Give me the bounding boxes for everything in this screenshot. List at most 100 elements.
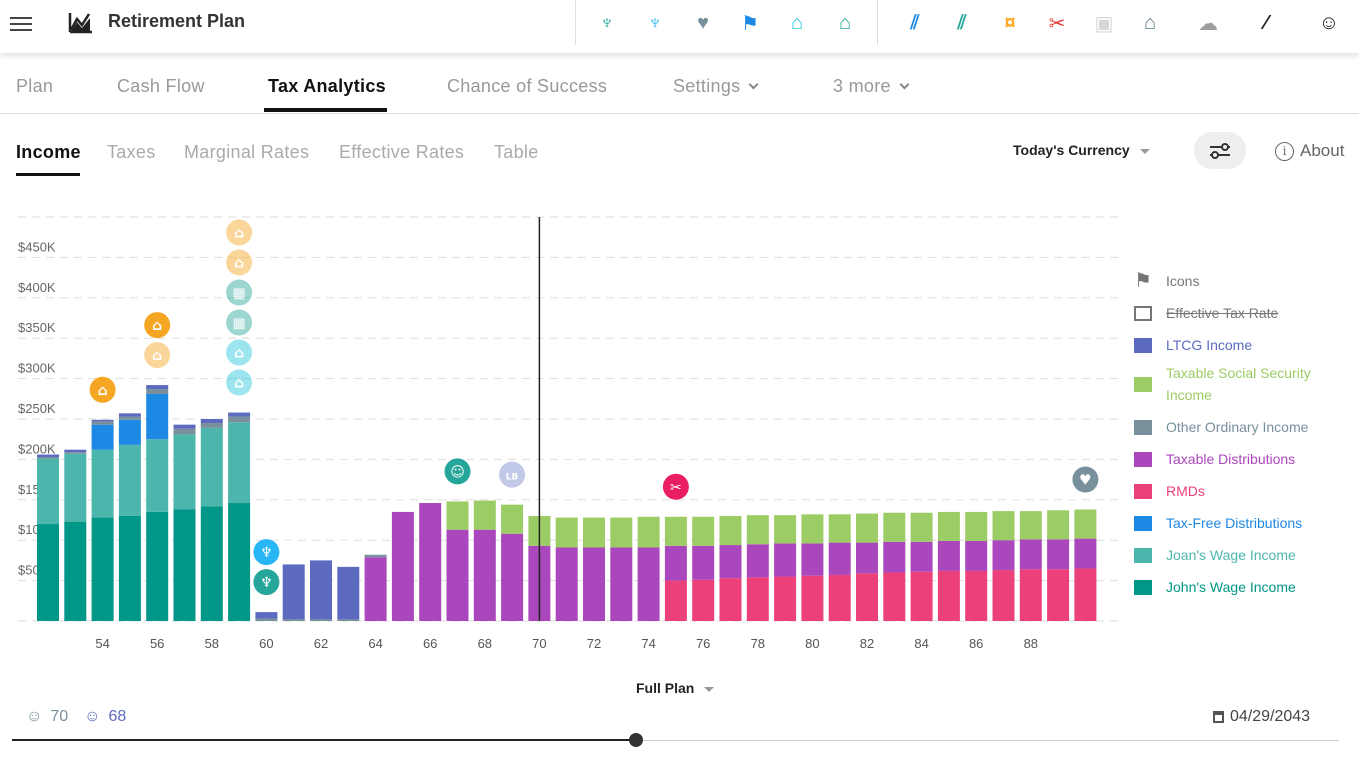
palm-tree-icon[interactable]: ♆ (253, 539, 280, 566)
subtab-table[interactable]: Table (494, 142, 539, 163)
bar-segment (992, 511, 1015, 541)
x-tick-label: 58 (205, 636, 219, 651)
bar-segment (719, 545, 742, 579)
legend-swatch (1134, 305, 1152, 321)
bar-segment (883, 541, 906, 573)
sleep-off-icon[interactable]: ⁄ (1253, 10, 1279, 36)
palm-tree-icon: ♆ (260, 545, 273, 561)
bar-segment (992, 570, 1015, 621)
bar-segment (64, 449, 87, 453)
legend-item[interactable]: Taxable Distributions (1134, 448, 1359, 470)
chart-growth-icon[interactable]: ⫽ (902, 10, 928, 36)
subtab-effective-rates[interactable]: Effective Rates (339, 142, 464, 163)
weight-icon[interactable]: LB (499, 461, 526, 488)
chart-growth-icon[interactable]: ⫽ (949, 10, 975, 36)
bar-segment (118, 416, 141, 420)
bar-segment (828, 574, 851, 621)
legend-label: Tax-Free Distributions (1166, 515, 1303, 531)
heart-pulse-icon: ♥ (1079, 472, 1092, 488)
x-tick-label: 86 (969, 636, 983, 651)
legend-item[interactable]: LTCG Income (1134, 334, 1359, 356)
active-subtab-indicator (16, 173, 80, 176)
current-date: 04/29/2043 (1213, 708, 1310, 726)
bar-segment (583, 517, 605, 548)
subtab-income[interactable]: Income (16, 142, 81, 163)
tab-more[interactable]: 3 more (833, 76, 910, 97)
heart-pulse-icon[interactable]: ♥ (690, 10, 716, 36)
graduation-cap-icon[interactable]: ⌂ (784, 10, 810, 36)
bar-segment (473, 529, 496, 621)
bar-segment (446, 501, 469, 530)
tab-tax-analytics[interactable]: Tax Analytics (268, 76, 386, 97)
flag-icon[interactable]: ⚑ (737, 10, 763, 36)
legend-item[interactable]: Tax-Free Distributions (1134, 512, 1359, 534)
legend-item[interactable]: John's Wage Income (1134, 576, 1359, 598)
certificate-icon[interactable]: ▣ (1091, 10, 1117, 36)
graduation-cap-icon[interactable]: ⌂ (226, 219, 253, 246)
subtab-taxes[interactable]: Taxes (107, 142, 156, 163)
tab-plan[interactable]: Plan (16, 76, 53, 97)
bar-segment (610, 547, 633, 621)
range-value: Full Plan (636, 680, 695, 696)
building-icon[interactable]: ▦ (226, 309, 253, 336)
graduation-cap-icon[interactable]: ⌂ (832, 10, 858, 36)
palm-tree-icon[interactable]: ♆ (253, 569, 280, 596)
graduation-cap-icon[interactable]: ⌂ (226, 369, 253, 396)
range-select[interactable]: Full Plan (636, 680, 715, 696)
face-avatar-icon[interactable]: ☺ (1316, 10, 1342, 36)
bar-segment (200, 419, 223, 424)
logo-chart-icon (68, 13, 92, 34)
bank-transfer-icon[interactable]: ⌂ (1137, 10, 1163, 36)
timeline-slider-fill (12, 739, 636, 741)
graduation-cap-icon[interactable]: ⌂ (226, 339, 253, 366)
social-security-icon: ☺ (450, 464, 465, 480)
tab-cash-flow[interactable]: Cash Flow (117, 76, 205, 97)
bar-segment (801, 543, 824, 576)
x-tick-label: 62 (314, 636, 328, 651)
tab-chance-of-success[interactable]: Chance of Success (447, 76, 607, 97)
bar-segment (501, 533, 524, 621)
building-icon[interactable]: ▦ (226, 279, 253, 306)
about-button[interactable]: i About (1275, 141, 1344, 161)
palm-tree-icon[interactable]: ♆ (642, 10, 668, 36)
legend-item[interactable]: Effective Tax Rate (1134, 302, 1359, 324)
legend-item[interactable]: Other Ordinary Income (1134, 416, 1359, 438)
graduation-cap-icon[interactable]: ⌂ (144, 342, 171, 369)
graduation-cap-icon[interactable]: ⌂ (144, 312, 171, 339)
bar-segment (774, 515, 797, 544)
graduation-cap-icon[interactable]: ⌂ (226, 249, 253, 276)
scissors-cut-icon[interactable]: ✂ (662, 473, 689, 500)
legend-item[interactable]: RMDs (1134, 480, 1359, 502)
hamburger-menu-icon[interactable] (10, 14, 32, 32)
legend-item[interactable]: ⚑ Icons (1134, 270, 1359, 292)
bar-segment (610, 517, 633, 548)
x-tick-label: 80 (805, 636, 819, 651)
scissors-cut-icon[interactable]: ✂ (1044, 10, 1070, 36)
currency-select[interactable]: Today's Currency (1013, 142, 1150, 158)
flag-icon: ⚑ (1134, 269, 1152, 292)
money-cancel-icon[interactable]: ¤ (997, 10, 1023, 36)
legend-label: Effective Tax Rate (1166, 305, 1279, 321)
building-icon: ▦ (232, 316, 245, 332)
cloud-check-icon[interactable]: ☁ (1195, 10, 1221, 36)
tab-settings[interactable]: Settings (673, 76, 759, 97)
palm-tree-icon[interactable]: ♆ (594, 10, 620, 36)
bar-segment (746, 544, 769, 578)
social-security-icon[interactable]: ☺ (444, 458, 471, 485)
filter-settings-button[interactable] (1194, 132, 1246, 169)
x-tick-label: 66 (423, 636, 437, 651)
bar-segment (555, 517, 578, 548)
bar-segment (37, 456, 59, 459)
bar-segment (637, 547, 660, 621)
legend-item[interactable]: Joan's Wage Income (1134, 544, 1359, 566)
bar-segment (173, 424, 196, 429)
timeline-slider-thumb[interactable] (628, 733, 643, 747)
heart-pulse-icon[interactable]: ♥ (1072, 466, 1099, 493)
subtab-marginal-rates[interactable]: Marginal Rates (184, 142, 309, 163)
currency-value: Today's Currency (1013, 142, 1130, 158)
legend-item[interactable]: Taxable Social Security Income (1134, 362, 1359, 406)
bar-segment (937, 570, 960, 621)
y-tick-label: $400K (18, 280, 56, 295)
x-tick-label: 68 (478, 636, 492, 651)
graduation-cap-icon[interactable]: ⌂ (89, 376, 116, 403)
